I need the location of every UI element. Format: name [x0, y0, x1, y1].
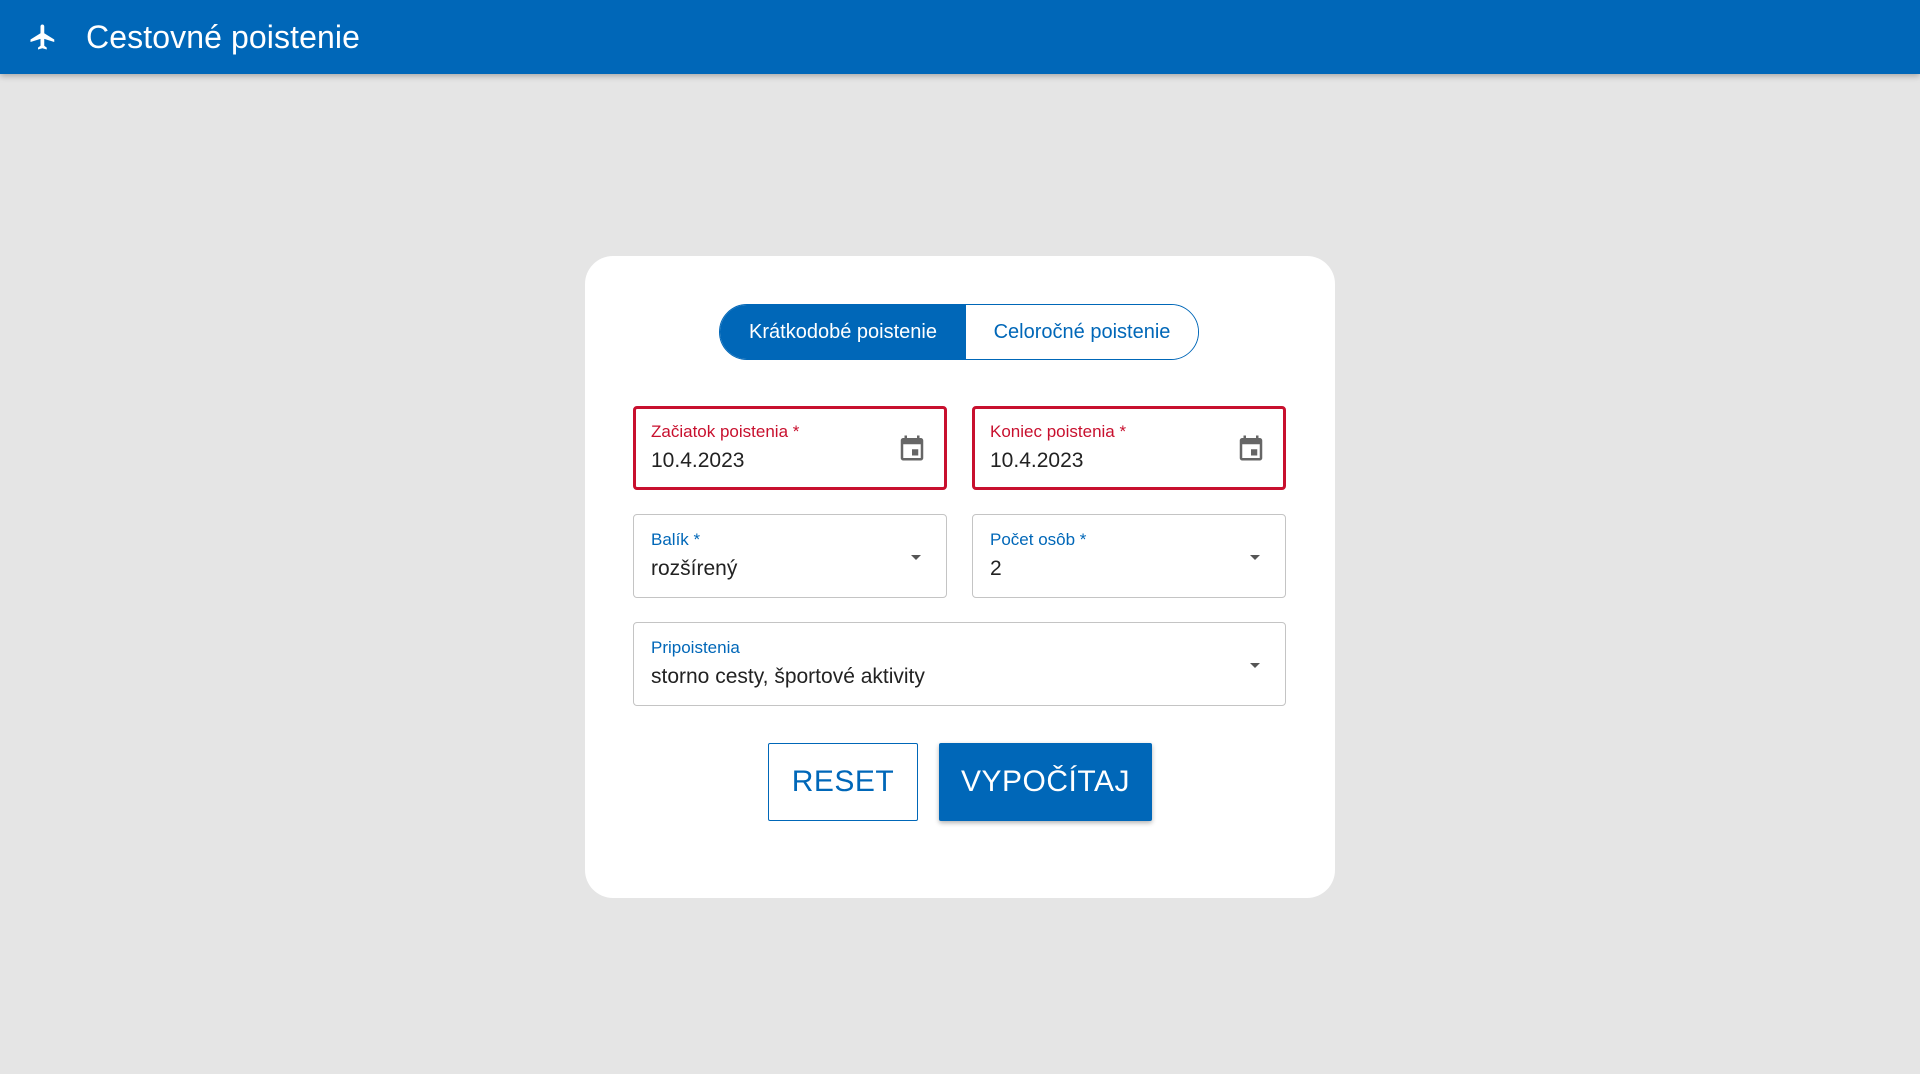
end-date-field[interactable]: Koniec poistenia * 10.4.2023: [972, 406, 1286, 490]
insurance-type-toggle: Krátkodobé poistenie Celoročné poistenie: [719, 304, 1199, 360]
calendar-icon[interactable]: [1235, 432, 1267, 464]
addons-value: storno cesty, športové aktivity: [651, 665, 925, 688]
start-date-label: Začiatok poistenia *: [651, 422, 800, 441]
dropdown-arrow-icon[interactable]: [904, 545, 928, 569]
end-date-value: 10.4.2023: [990, 449, 1084, 472]
start-date-field[interactable]: Začiatok poistenia * 10.4.2023: [633, 406, 947, 490]
persons-label: Počet osôb *: [990, 530, 1087, 549]
end-date-label: Koniec poistenia *: [990, 422, 1127, 441]
dropdown-arrow-icon[interactable]: [1243, 653, 1267, 677]
persons-select[interactable]: Počet osôb * 2: [972, 514, 1286, 598]
reset-button[interactable]: RESET: [768, 743, 918, 821]
start-date-value: 10.4.2023: [651, 449, 745, 472]
addons-label: Pripoistenia: [651, 638, 740, 657]
tab-annual[interactable]: Celoročné poistenie: [966, 305, 1198, 359]
package-select[interactable]: Balík * rozšírený: [633, 514, 947, 598]
app-title: Cestovné poistenie: [86, 18, 360, 55]
dropdown-arrow-icon[interactable]: [1243, 545, 1267, 569]
airplane-icon: [26, 20, 60, 54]
addons-select[interactable]: Pripoistenia storno cesty, športové akti…: [633, 622, 1286, 706]
package-value: rozšírený: [651, 557, 738, 580]
package-label: Balík *: [651, 530, 701, 549]
persons-value: 2: [990, 557, 1002, 580]
insurance-form-card: Krátkodobé poistenie Celoročné poistenie…: [585, 256, 1335, 898]
calculate-button[interactable]: VYPOČÍTAJ: [939, 743, 1152, 821]
calendar-icon[interactable]: [896, 432, 928, 464]
tab-short-term[interactable]: Krátkodobé poistenie: [720, 305, 966, 359]
app-bar: Cestovné poistenie: [0, 0, 1920, 74]
